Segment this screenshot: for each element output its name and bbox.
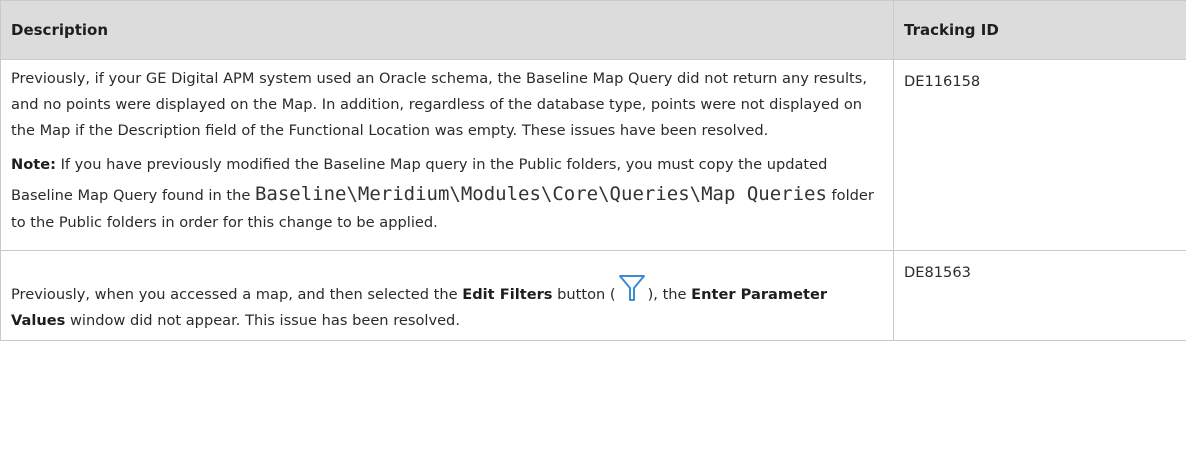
description-text: Previously, if your GE Digital APM syste… [11,70,868,139]
tracking-id-header: Tracking ID [893,0,1186,60]
description-header: Description [0,0,894,60]
edit-filters-label: Edit Filters [462,286,553,303]
table-row: Previously, if your GE Digital APM syste… [0,59,1186,251]
description-text-mid: button ( [552,286,616,303]
note-path: Baseline\Meridium\Modules\Core\Queries\M… [254,183,827,205]
header-row: Description Tracking ID [0,0,1186,60]
table-row: Previously, when you accessed a map, and… [0,250,1186,341]
description-cell: Previously, when you accessed a map, and… [0,250,894,341]
description-cell: Previously, if your GE Digital APM syste… [0,59,894,251]
filter-icon [618,273,646,303]
description-text-before: Previously, when you accessed a map, and… [11,286,463,303]
note-label: Note: [11,156,56,173]
tracking-id-cell: DE81563 [893,250,1186,341]
release-notes-table: Description Tracking ID Previously, if y… [0,0,1186,341]
note-paragraph: Note: If you have previously modified th… [11,152,883,236]
description-text-mid2: ), the [647,286,692,303]
tracking-id-cell: DE116158 [893,59,1186,251]
description-text-after: window did not appear. This issue has be… [65,312,460,329]
